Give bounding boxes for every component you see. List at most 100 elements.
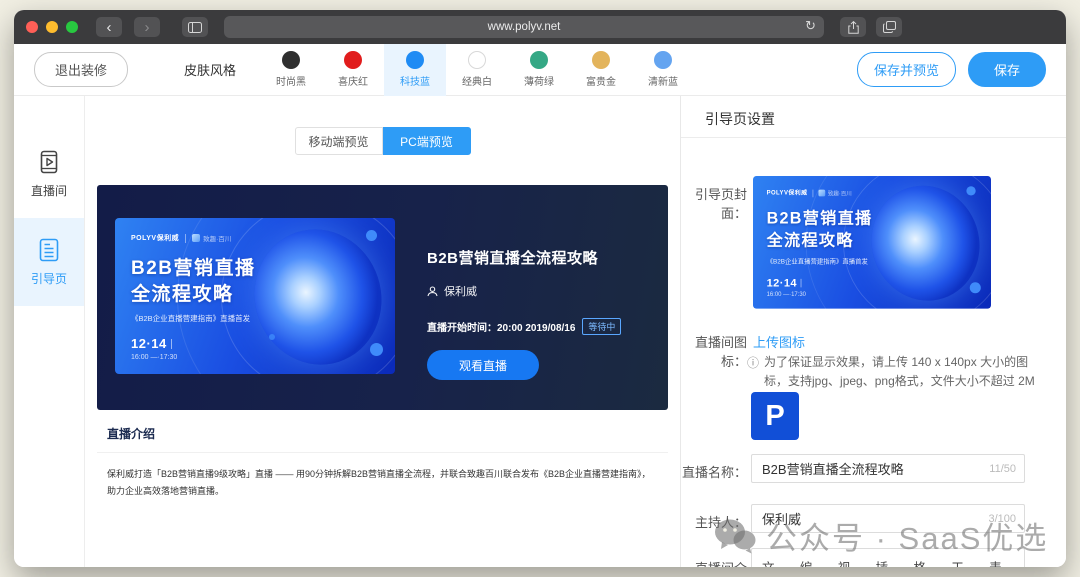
banner-brand-row: POLYV保利威 致趣·百川 bbox=[131, 233, 231, 243]
skin-option-label: 时尚黑 bbox=[276, 73, 306, 88]
skin-option-light-blue[interactable]: 清新蓝 bbox=[632, 44, 694, 96]
skin-option-green[interactable]: 薄荷绿 bbox=[508, 44, 570, 96]
settings-panel: 引导页设置 引导页封面： POLYV保利威 致趣·百川 bbox=[680, 96, 1066, 567]
sidebar-toggle-icon[interactable] bbox=[182, 17, 208, 37]
settings-panel-title: 引导页设置 bbox=[705, 109, 775, 129]
banner-disc-graphic bbox=[872, 190, 979, 297]
skin-option-label: 清新蓝 bbox=[648, 73, 678, 88]
skin-option-label: 经典白 bbox=[462, 73, 492, 88]
live-name-input[interactable]: B2B营销直播全流程攻略 11/50 bbox=[751, 454, 1025, 483]
watch-live-button[interactable]: 观看直播 bbox=[427, 350, 539, 380]
page-background: ‹ › www.polyv.net ↻ bbox=[0, 0, 1080, 577]
live-host-row: 保利威 bbox=[427, 283, 621, 299]
partner-logo-text: 致趣·百川 bbox=[203, 233, 231, 243]
cover-banner: POLYV保利威 致趣·百川 B2B营销直播 全流程攻略 bbox=[115, 218, 395, 374]
upload-icon-link[interactable]: 上传图标 bbox=[753, 332, 805, 351]
left-sidebar: 直播间 引导页 bbox=[14, 96, 85, 567]
partner-logo: 致趣·百川 bbox=[192, 233, 231, 243]
live-intro-section: 直播介绍 保利威打造「B2B营销直播9级攻略」直播 —— 用90分钟拆解B2B营… bbox=[97, 410, 668, 513]
skin-option-label: 富贵金 bbox=[586, 73, 616, 88]
skin-style-label: 皮肤风格 bbox=[184, 60, 236, 79]
editor-menu-view[interactable]: 视图 bbox=[838, 557, 863, 567]
skin-option-black[interactable]: 时尚黑 bbox=[260, 44, 322, 96]
skin-option-red[interactable]: 喜庆红 bbox=[322, 44, 384, 96]
banner-date-divider bbox=[800, 278, 801, 287]
editor-menu-file[interactable]: 文件 bbox=[762, 557, 787, 567]
editor-menu-tools[interactable]: 工具 bbox=[951, 557, 976, 567]
back-button[interactable]: ‹ bbox=[96, 17, 122, 37]
minimize-window-button[interactable] bbox=[46, 21, 58, 33]
live-info-panel: B2B营销直播全流程攻略 保利威 直播开始时间：20:00 2019/08/16… bbox=[427, 247, 621, 380]
partner-logo-text: 致趣·百川 bbox=[828, 189, 852, 198]
address-bar[interactable]: www.polyv.net ↻ bbox=[224, 16, 824, 38]
skin-option-label: 喜庆红 bbox=[338, 73, 368, 88]
zoom-window-button[interactable] bbox=[66, 21, 78, 33]
share-icon[interactable] bbox=[840, 17, 866, 37]
sidebar-item-label: 引导页 bbox=[31, 270, 67, 287]
room-intro-editor[interactable]: 文件 编辑 视图 插入 格式 工具 表格 bbox=[751, 548, 1025, 567]
address-bar-url: www.polyv.net bbox=[488, 21, 561, 33]
preview-tabs: 移动端预览 PC端预览 bbox=[295, 127, 471, 155]
editor-menu-edit[interactable]: 编辑 bbox=[800, 557, 825, 567]
skin-option-gold[interactable]: 富贵金 bbox=[570, 44, 632, 96]
live-room-icon bbox=[36, 149, 62, 175]
status-badge: 等待中 bbox=[582, 318, 621, 335]
reload-icon[interactable]: ↻ bbox=[805, 18, 816, 34]
banner-dot bbox=[970, 282, 981, 293]
tabs-overview-icon[interactable] bbox=[876, 17, 902, 37]
sidebar-item-live-room[interactable]: 直播间 bbox=[14, 130, 84, 218]
live-start-time-row: 直播开始时间：20:00 2019/08/16 等待中 bbox=[427, 318, 621, 335]
live-intro-heading: 直播介绍 bbox=[97, 410, 668, 453]
banner-title-line1: B2B营销直播 bbox=[767, 208, 873, 230]
room-icon-preview: P bbox=[751, 392, 799, 440]
swatch-blue bbox=[406, 51, 424, 69]
info-icon: ⓘ bbox=[747, 354, 759, 390]
sidebar-item-landing-page[interactable]: 引导页 bbox=[14, 218, 84, 306]
live-name-label: 直播名称： bbox=[681, 462, 747, 481]
banner-title-line2: 全流程攻略 bbox=[131, 282, 256, 308]
banner-subtitle: 《B2B企业直播营建指南》直播首发 bbox=[767, 257, 868, 266]
host-input[interactable]: 保利威 3/100 bbox=[751, 504, 1025, 533]
skin-option-tech-blue[interactable]: 科技蓝 bbox=[384, 44, 446, 96]
live-intro-body: 保利威打造「B2B营销直播9级攻略」直播 —— 用90分钟拆解B2B营销直播全流… bbox=[107, 466, 658, 500]
save-button[interactable]: 保存 bbox=[968, 52, 1046, 87]
banner-title-line2: 全流程攻略 bbox=[767, 230, 873, 252]
banner-dot bbox=[269, 334, 275, 340]
settings-panel-divider bbox=[681, 137, 1066, 138]
sidebar-item-label: 直播间 bbox=[31, 182, 67, 199]
browser-titlebar: ‹ › www.polyv.net ↻ bbox=[14, 10, 1066, 44]
live-host-name: 保利威 bbox=[444, 283, 477, 299]
skin-option-white[interactable]: 经典白 bbox=[446, 44, 508, 96]
main-area: 直播间 引导页 移动端预览 PC端预览 bbox=[14, 96, 1066, 567]
banner-title: B2B营销直播 全流程攻略 bbox=[767, 208, 873, 252]
swatch-red bbox=[344, 51, 362, 69]
polyv-logo: POLYV保利威 bbox=[131, 233, 179, 243]
partner-logo-icon bbox=[192, 234, 200, 242]
icon-upload-hint-text: 为了保证显示效果，请上传 140 x 140px 大小的图标，支持jpg、jpe… bbox=[764, 353, 1049, 390]
swatch-gold bbox=[592, 51, 610, 69]
cover-thumbnail[interactable]: POLYV保利威 致趣·百川 B2B营销直播 全流程攻略 bbox=[753, 176, 991, 309]
app-content: 退出装修 皮肤风格 时尚黑 喜庆红 科技蓝 bbox=[14, 44, 1066, 567]
editor-menu-table[interactable]: 表格 bbox=[989, 557, 1014, 567]
editor-menu-insert[interactable]: 插入 bbox=[876, 557, 901, 567]
room-intro-label: 直播间介绍： bbox=[681, 558, 747, 567]
forward-button[interactable]: › bbox=[134, 17, 160, 37]
exit-decorate-button[interactable]: 退出装修 bbox=[34, 52, 128, 87]
close-window-button[interactable] bbox=[26, 21, 38, 33]
room-icon-label: 直播间图标： bbox=[681, 332, 747, 370]
banner-time: 16:00 —·17:30 bbox=[767, 292, 806, 298]
decorate-toolbar: 退出装修 皮肤风格 时尚黑 喜庆红 科技蓝 bbox=[14, 44, 1066, 96]
banner-subtitle: 《B2B企业直播营建指南》直播首发 bbox=[131, 313, 250, 324]
editor-menu-format[interactable]: 格式 bbox=[913, 557, 938, 567]
tab-mobile-preview[interactable]: 移动端预览 bbox=[295, 127, 383, 155]
banner-dot bbox=[366, 230, 377, 241]
icon-upload-hint: ⓘ 为了保证显示效果，请上传 140 x 140px 大小的图标，支持jpg、j… bbox=[747, 353, 1049, 390]
save-and-preview-button[interactable]: 保存并预览 bbox=[857, 52, 956, 87]
banner-brand-row: POLYV保利威 致趣·百川 bbox=[767, 189, 852, 198]
landing-page-icon bbox=[36, 237, 62, 263]
banner-dot bbox=[966, 186, 975, 195]
preview-area: 移动端预览 PC端预览 POLYV保利威 致趣·百川 bbox=[85, 96, 680, 567]
tab-pc-preview[interactable]: PC端预览 bbox=[383, 127, 471, 155]
brand-divider bbox=[813, 189, 814, 197]
polyv-logo: POLYV保利威 bbox=[767, 189, 808, 198]
